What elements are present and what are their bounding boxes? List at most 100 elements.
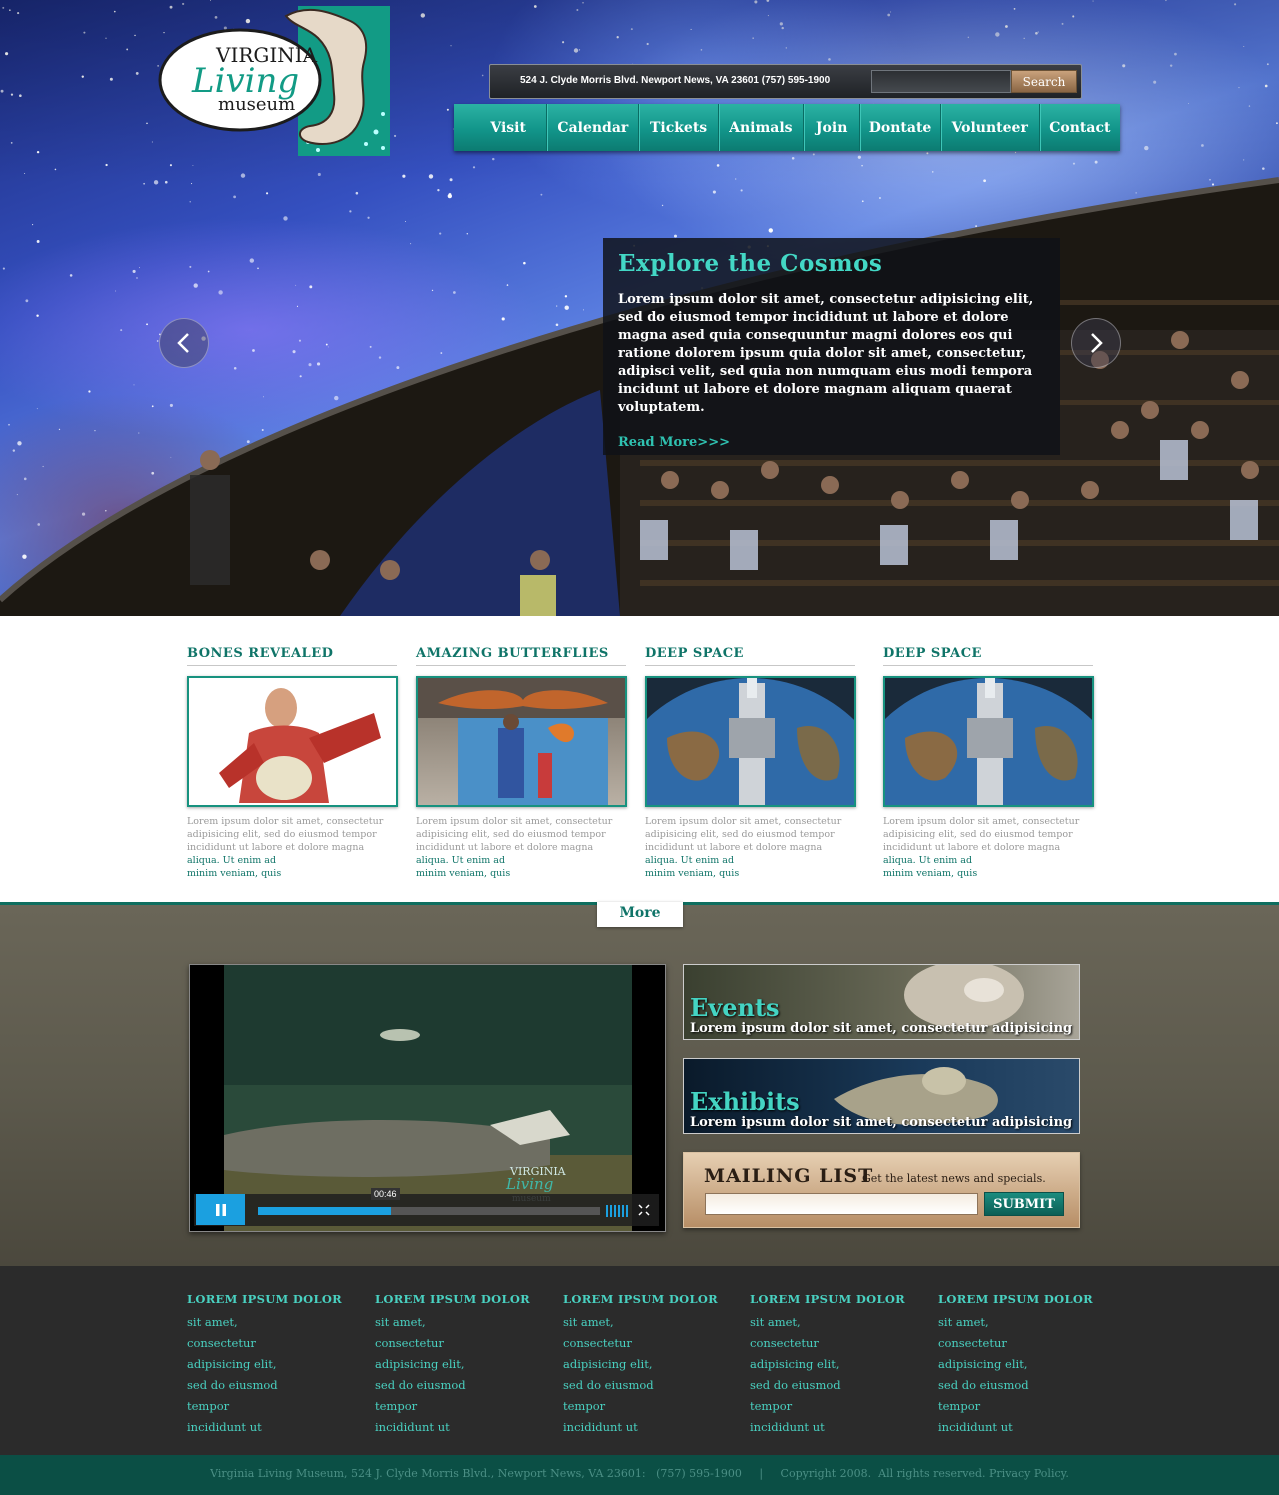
footer-heading: LOREM IPSUM DOLOR [375,1292,531,1306]
footer-link[interactable]: incididunt ut [938,1417,1108,1438]
feature-link[interactable]: minim veniam, quis [416,867,626,880]
media-section: More VIRGINIA Living museum 00:46 [0,902,1279,1266]
feature-link[interactable]: minim veniam, quis [645,867,855,880]
footer-column: LOREM IPSUM DOLOR sit amet, consectetur … [563,1292,733,1438]
feature-link[interactable]: aliqua. Ut enim ad [187,854,397,867]
video-player[interactable]: VIRGINIA Living museum 00:46 [189,964,666,1232]
feature-image-deep-space[interactable] [645,676,856,807]
footer-link[interactable]: adipisicing elit, [938,1354,1108,1375]
feature-title[interactable]: BONES REVEALED [187,646,397,666]
feature-image-butterflies[interactable] [416,676,627,807]
feature-link[interactable]: aliqua. Ut enim ad [416,854,626,867]
utility-bar: 524 J. Clyde Morris Blvd. Newport News, … [489,64,1082,99]
feature-card: DEEP SPACE Lorem ipsum dolor sit amet, c… [645,646,856,880]
footer-heading: LOREM IPSUM DOLOR [563,1292,719,1306]
nav-volunteer[interactable]: Volunteer [941,104,1040,151]
footer-link[interactable]: tempor [187,1396,357,1417]
footer-link[interactable]: incididunt ut [750,1417,920,1438]
footer-link[interactable]: adipisicing elit, [375,1354,545,1375]
footer-heading: LOREM IPSUM DOLOR [938,1292,1094,1306]
feature-title[interactable]: AMAZING BUTTERFLIES [416,646,626,666]
promo-text: Lorem ipsum dolor sit amet, consectetur … [690,1115,1073,1130]
footer-link[interactable]: tempor [563,1396,733,1417]
feature-description: Lorem ipsum dolor sit amet, consectetur … [883,816,1080,853]
search-button[interactable]: Search [1011,70,1077,93]
footer-link[interactable]: adipisicing elit, [750,1354,920,1375]
feature-link[interactable]: minim veniam, quis [187,867,397,880]
feature-description: Lorem ipsum dolor sit amet, consectetur … [416,816,613,853]
copyright-bar: Virginia Living Museum, 524 J. Clyde Mor… [0,1455,1279,1495]
footer-link[interactable]: incididunt ut [563,1417,733,1438]
video-progress-fill [258,1207,392,1215]
featured-exhibits: BONES REVEALED Lorem ipsum dolor sit ame… [0,616,1279,902]
hero-slideshow: VIRGINIA Living museum 524 J. Clyde Morr… [0,0,1279,616]
footer-link[interactable]: tempor [750,1396,920,1417]
feature-link[interactable]: minim veniam, quis [883,867,1093,880]
promo-title: Exhibits [690,1087,800,1116]
nav-donate[interactable]: Dontate [860,104,941,151]
nav-animals[interactable]: Animals [719,104,804,151]
feature-title[interactable]: DEEP SPACE [883,646,1093,666]
footer-link[interactable]: sed do eiusmod [375,1375,545,1396]
mailing-subtitle: Get the latest news and specials. [862,1172,1046,1185]
volume-control[interactable] [606,1205,630,1217]
play-pause-button[interactable] [196,1194,245,1225]
footer-link[interactable]: tempor [375,1396,545,1417]
footer-link[interactable]: sed do eiusmod [938,1375,1108,1396]
search-input[interactable] [871,70,1011,93]
footer-link[interactable]: incididunt ut [187,1417,357,1438]
footer-link[interactable]: consectetur [750,1333,920,1354]
footer-link[interactable]: sit amet, [187,1312,357,1333]
museum-logo[interactable]: VIRGINIA Living museum [158,2,394,158]
slider-next-button[interactable] [1071,318,1121,368]
video-progress-bar[interactable] [258,1207,600,1215]
main-nav: Visit Calendar Tickets Animals Join Dont… [454,104,1120,151]
footer-link[interactable]: consectetur [375,1333,545,1354]
video-controls: 00:46 [194,1188,659,1226]
feature-card: AMAZING BUTTERFLIES Lorem ipsum dolor si… [416,646,627,880]
submit-button[interactable]: SUBMIT [984,1192,1064,1216]
footer-link[interactable]: adipisicing elit, [563,1354,733,1375]
feature-link[interactable]: aliqua. Ut enim ad [883,854,1093,867]
more-button[interactable]: More [597,902,683,927]
hero-body: Lorem ipsum dolor sit amet, consectetur … [618,292,1034,415]
footer-link[interactable]: sit amet, [375,1312,545,1333]
nav-visit[interactable]: Visit [470,104,548,151]
exhibits-promo[interactable]: Exhibits Lorem ipsum dolor sit amet, con… [683,1058,1080,1134]
nav-calendar[interactable]: Calendar [547,104,640,151]
privacy-policy-link[interactable]: Privacy Policy. [989,1467,1069,1480]
nav-join[interactable]: Join [804,104,861,151]
read-more-link[interactable]: Read More>>> [618,435,1045,450]
address-text: 524 J. Clyde Morris Blvd. Newport News, … [520,75,831,86]
nav-tickets[interactable]: Tickets [639,104,719,151]
events-promo[interactable]: Events Lorem ipsum dolor sit amet, conse… [683,964,1080,1040]
footer-link[interactable]: consectetur [187,1333,357,1354]
footer-link[interactable]: sit amet, [938,1312,1108,1333]
footer-link[interactable]: sit amet, [563,1312,733,1333]
feature-image-deep-space[interactable] [883,676,1094,807]
feature-title[interactable]: DEEP SPACE [645,646,855,666]
footer-link[interactable]: consectetur [563,1333,733,1354]
svg-text:museum: museum [218,94,295,115]
footer-link[interactable]: sed do eiusmod [750,1375,920,1396]
nav-contact[interactable]: Contact [1040,104,1120,151]
footer-link[interactable]: incididunt ut [375,1417,545,1438]
footer-link[interactable]: sit amet, [750,1312,920,1333]
footer-link[interactable]: adipisicing elit, [187,1354,357,1375]
feature-link[interactable]: aliqua. Ut enim ad [645,854,855,867]
footer-heading: LOREM IPSUM DOLOR [187,1292,343,1306]
footer-link[interactable]: sed do eiusmod [563,1375,733,1396]
mailing-title: MAILING LIST [704,1165,874,1187]
footer-links: LOREM IPSUM DOLOR sit amet, consectetur … [0,1266,1279,1455]
hero-caption: Explore the Cosmos Lorem ipsum dolor sit… [603,238,1060,455]
feature-image-bones[interactable] [187,676,398,807]
footer-link[interactable]: consectetur [938,1333,1108,1354]
fullscreen-icon[interactable] [638,1204,650,1216]
footer-link[interactable]: sed do eiusmod [187,1375,357,1396]
feature-description: Lorem ipsum dolor sit amet, consectetur … [645,816,842,853]
hero-title: Explore the Cosmos [618,250,883,277]
chevron-left-icon [177,333,189,353]
slider-prev-button[interactable] [159,318,209,368]
email-field[interactable] [705,1193,978,1215]
footer-link[interactable]: tempor [938,1396,1108,1417]
